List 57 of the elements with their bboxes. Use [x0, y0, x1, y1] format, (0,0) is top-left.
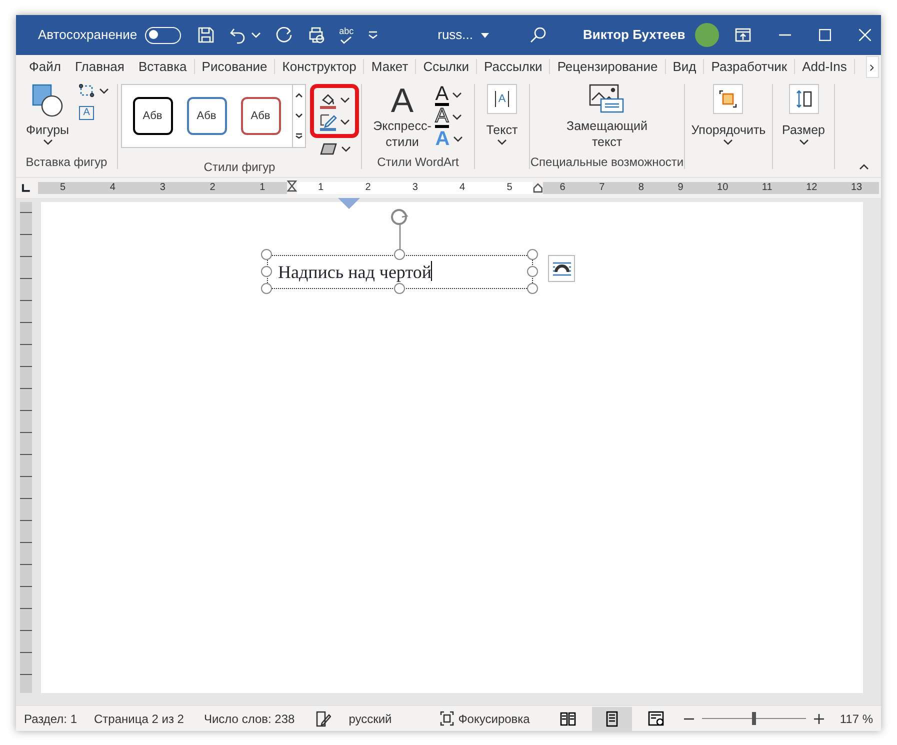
ribbon-tab[interactable]: Главная [68, 59, 132, 74]
ribbon-tab[interactable]: Макет [364, 59, 416, 74]
spelling-button[interactable]: abc [339, 26, 354, 44]
document-name[interactable]: russ... [438, 25, 490, 45]
ribbon-tab[interactable]: Ссылки [416, 59, 477, 74]
ruler-number: 2 [365, 183, 371, 193]
group-label: Стили WordArt [376, 155, 460, 169]
section-indicator: Раздел: 1 [24, 710, 78, 728]
page-indicator[interactable]: Страница 2 из 2 [94, 710, 184, 728]
ribbon-tab[interactable]: Рассылки [476, 59, 550, 74]
ruler-number: 11 [762, 183, 772, 193]
ruler-number: 5 [60, 183, 66, 193]
quick-styles-button[interactable]: A Экспресс-стили [371, 84, 434, 150]
ribbon-tab[interactable]: Конструктор [275, 59, 364, 74]
ruler-number: 2 [210, 183, 216, 193]
ruler-number: 5 [506, 183, 512, 193]
ruler-number: 1 [260, 183, 266, 193]
text-fill-button[interactable]: A [435, 84, 449, 106]
text-button[interactable]: A Текст [484, 84, 520, 146]
ruler-number: 3 [412, 183, 418, 193]
ribbon-tab[interactable]: Файл [22, 59, 68, 74]
ribbon-tab[interactable]: Разработчик [704, 59, 796, 74]
ruler-number: 1 [318, 183, 324, 193]
ribbon-tab[interactable]: Вид [666, 59, 704, 74]
ruler-number: 6 [560, 183, 566, 193]
ruler-number: 4 [460, 183, 466, 193]
language-indicator[interactable]: русский [348, 710, 392, 728]
ruler-number: 3 [160, 183, 166, 193]
group-label: Стили фигур [202, 160, 276, 174]
text-box-icon[interactable]: A [79, 106, 94, 120]
group-label: Специальные возможности [530, 155, 684, 169]
autosave-label: Автосохранение [38, 26, 138, 44]
ruler-number: 4 [110, 183, 116, 193]
zoom-level[interactable]: 117 % [840, 710, 873, 728]
ruler-number: 13 [850, 183, 862, 193]
ribbon-tab[interactable]: Рецензирование [550, 59, 666, 74]
ruler-number: 9 [678, 183, 684, 193]
brush-letter-icon: A [390, 84, 414, 118]
shapes-button[interactable]: Фигуры [24, 84, 72, 146]
word-count[interactable]: Число слов: 238 [204, 710, 295, 728]
alt-text-button[interactable]: Замещающий текст [557, 84, 657, 150]
text-outline-button[interactable]: A [435, 106, 449, 128]
ribbon-tab[interactable]: Рисование [194, 59, 276, 74]
group-label: Вставка фигур [24, 155, 108, 169]
shape-style-sample[interactable]: Абв [186, 97, 226, 135]
arrange-button[interactable]: Упорядочить [689, 84, 768, 146]
ribbon-tab[interactable]: Add-Ins [795, 59, 855, 74]
focus-button[interactable]: Фокусировка [440, 710, 530, 728]
ruler-number: 10 [717, 183, 728, 193]
ruler-number: 8 [638, 183, 644, 193]
shape-style-sample[interactable]: Абв [132, 97, 172, 135]
shape-style-sample[interactable]: Абв [240, 97, 280, 135]
ruler-number: 12 [806, 183, 818, 193]
size-button[interactable]: Размер [780, 84, 827, 146]
ribbon-tab[interactable]: Вставка [131, 59, 195, 74]
user-name: Виктор Бухтеев [583, 26, 686, 44]
ruler-number: 7 [599, 183, 605, 193]
